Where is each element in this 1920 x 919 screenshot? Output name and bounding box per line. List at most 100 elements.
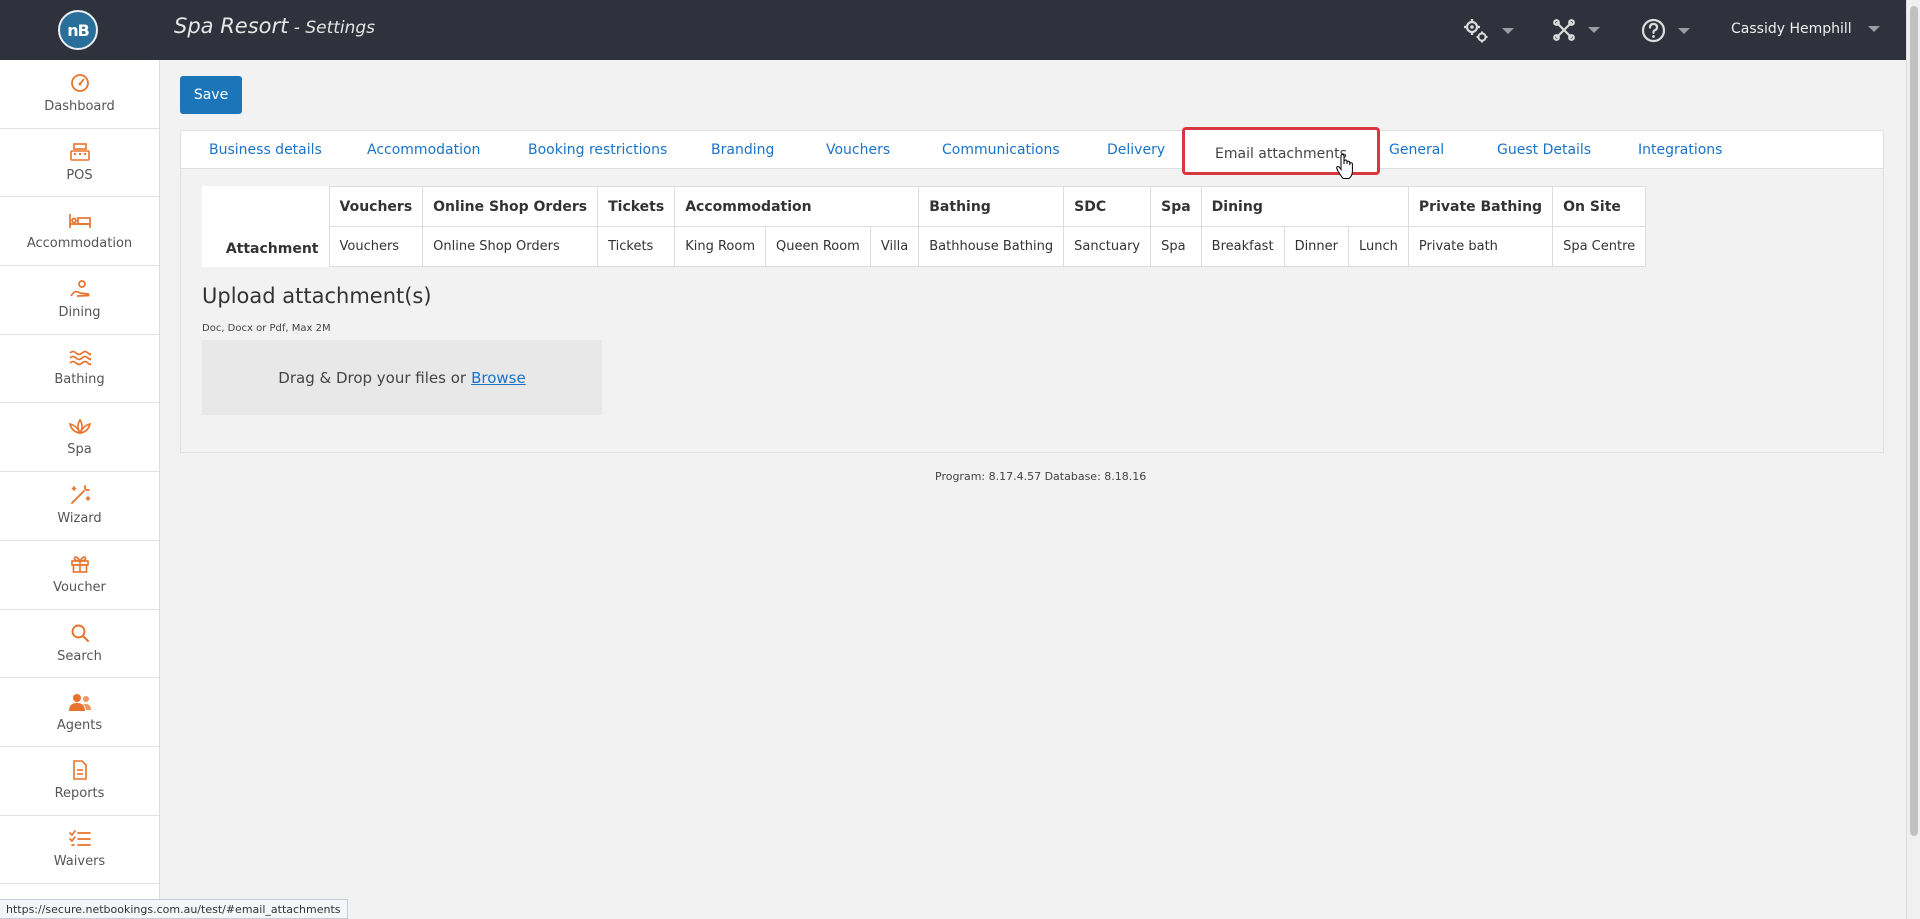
gears-icon <box>1464 19 1488 43</box>
dining-icon <box>69 280 90 298</box>
sidebar-item-reports[interactable]: Reports <box>0 747 159 816</box>
gauge-icon <box>70 74 89 93</box>
netbookings-logo[interactable]: nB <box>58 10 98 50</box>
attachment-cell[interactable]: Queen Room <box>764 226 871 267</box>
chevron-down-icon <box>1588 27 1600 33</box>
chevron-down-icon <box>1867 26 1880 32</box>
water-waves-icon <box>68 350 91 366</box>
sidebar-item-label: Waivers <box>53 853 106 869</box>
settings-panel: Business details Accommodation Booking r… <box>180 127 1884 453</box>
table-group-row: Vouchers Online Shop Orders Tickets Acco… <box>202 186 1647 227</box>
attachment-cell[interactable]: Villa <box>869 226 920 267</box>
attachment-cell[interactable]: Dinner <box>1283 226 1350 267</box>
tab-vouchers[interactable]: Vouchers <box>826 131 890 169</box>
group-header: Bathing <box>918 186 1065 227</box>
upload-hint: Doc, Docx or Pdf, Max 2M <box>202 323 331 334</box>
chevron-down-icon <box>1502 28 1514 34</box>
chevron-down-icon <box>1678 27 1690 34</box>
sidebar-item-accommodation[interactable]: Accommodation <box>0 197 159 267</box>
attachment-cell[interactable]: Lunch <box>1348 226 1409 267</box>
tools-menu[interactable] <box>1552 18 1600 42</box>
settings-menu[interactable] <box>1462 18 1514 44</box>
tab-guest-details[interactable]: Guest Details <box>1497 131 1591 169</box>
sidebar-item-label: Dining <box>58 305 101 321</box>
attachment-cell[interactable]: Private bath <box>1407 226 1554 267</box>
attachment-cell[interactable]: Vouchers <box>328 226 424 267</box>
sidebar-item-label: POS <box>66 168 93 184</box>
status-bar-url: https://secure.netbookings.com.au/test/#… <box>0 899 348 919</box>
hand-cursor-icon <box>1336 154 1353 179</box>
tab-business-details[interactable]: Business details <box>209 131 322 169</box>
attachment-cell[interactable]: Bathhouse Bathing <box>918 226 1065 267</box>
sidebar-item-label: Spa <box>67 441 92 457</box>
attachment-cell[interactable]: Spa Centre <box>1552 226 1647 267</box>
lotus-icon <box>68 418 91 435</box>
sidebar-item-agents[interactable]: Agents <box>0 678 159 747</box>
settings-tabs: Business details Accommodation Booking r… <box>181 127 1883 175</box>
group-header: SDC <box>1063 186 1152 227</box>
sidebar-item-bathing[interactable]: Bathing <box>0 335 159 404</box>
save-button[interactable]: Save <box>180 76 242 114</box>
document-icon <box>72 760 87 781</box>
sidebar-item-pos[interactable]: POS <box>0 129 159 198</box>
table-corner <box>202 186 329 227</box>
gift-icon <box>70 556 89 573</box>
group-header: Vouchers <box>328 186 424 227</box>
group-header: Online Shop Orders <box>422 186 599 227</box>
tab-communications[interactable]: Communications <box>942 131 1060 169</box>
tools-icon <box>1553 19 1575 41</box>
help-menu[interactable] <box>1641 18 1690 43</box>
tab-booking-restrictions[interactable]: Booking restrictions <box>528 131 667 169</box>
tab-branding[interactable]: Branding <box>711 131 774 169</box>
users-icon <box>68 693 91 711</box>
tab-general[interactable]: General <box>1389 131 1444 169</box>
sidebar-item-label: Search <box>57 648 102 664</box>
sidebar: Dashboard POS Accommodation Dining Bathi… <box>0 60 160 919</box>
sidebar-item-label: Bathing <box>54 372 105 388</box>
app-subtitle: - Settings <box>288 18 376 38</box>
attachments-table: Vouchers Online Shop Orders Tickets Acco… <box>202 186 1647 267</box>
user-menu[interactable]: Cassidy Hemphill <box>1731 21 1880 37</box>
user-name: Cassidy Hemphill <box>1731 21 1852 37</box>
attachment-cell[interactable]: Spa <box>1150 226 1202 267</box>
sidebar-item-spa[interactable]: Spa <box>0 403 159 473</box>
file-dropzone[interactable]: Drag & Drop your files or Browse <box>202 340 602 415</box>
group-header: Private Bathing <box>1407 186 1554 227</box>
tab-delivery[interactable]: Delivery <box>1107 131 1165 169</box>
attachment-cell[interactable]: Tickets <box>597 226 676 267</box>
tab-accommodation[interactable]: Accommodation <box>367 131 480 169</box>
logo-text: nB <box>67 20 90 40</box>
help-icon <box>1641 18 1666 43</box>
checklist-icon <box>68 830 91 846</box>
attachment-cell[interactable]: Online Shop Orders <box>422 226 599 267</box>
sidebar-item-label: Agents <box>56 717 103 733</box>
sidebar-item-dashboard[interactable]: Dashboard <box>0 60 159 129</box>
group-header: Accommodation <box>674 186 920 227</box>
top-bar: nB Spa Resort - Settings Cassidy Hemphil… <box>0 0 1906 60</box>
group-header: Dining <box>1200 186 1409 227</box>
page-title: Spa Resort - Settings <box>174 14 375 38</box>
scrollbar-thumb[interactable] <box>1910 6 1918 836</box>
page-scrollbar[interactable] <box>1906 0 1920 919</box>
group-header: Tickets <box>597 186 676 227</box>
browse-link[interactable]: Browse <box>471 369 526 387</box>
version-info: Program: 8.17.4.57 Database: 8.18.16 <box>935 470 1147 483</box>
sidebar-item-search[interactable]: Search <box>0 610 159 679</box>
group-header: On Site <box>1552 186 1647 227</box>
sidebar-item-label: Voucher <box>53 580 106 596</box>
sidebar-item-voucher[interactable]: Voucher <box>0 541 159 610</box>
group-header: Spa <box>1150 186 1202 227</box>
sidebar-item-dining[interactable]: Dining <box>0 266 159 335</box>
sidebar-item-wizard[interactable]: Wizard <box>0 472 159 541</box>
sidebar-item-waivers[interactable]: Waivers <box>0 816 159 885</box>
sidebar-item-label: Dashboard <box>44 99 115 115</box>
attachment-cell[interactable]: Sanctuary <box>1063 226 1152 267</box>
search-icon <box>71 624 89 642</box>
cash-register-icon <box>69 143 90 161</box>
upload-title: Upload attachment(s) <box>202 284 432 308</box>
sidebar-item-label: Reports <box>54 786 105 802</box>
app-title: Spa Resort <box>174 14 289 38</box>
attachment-cell[interactable]: Breakfast <box>1200 226 1285 267</box>
attachment-cell[interactable]: King Room <box>674 226 766 267</box>
tab-integrations[interactable]: Integrations <box>1638 131 1722 169</box>
